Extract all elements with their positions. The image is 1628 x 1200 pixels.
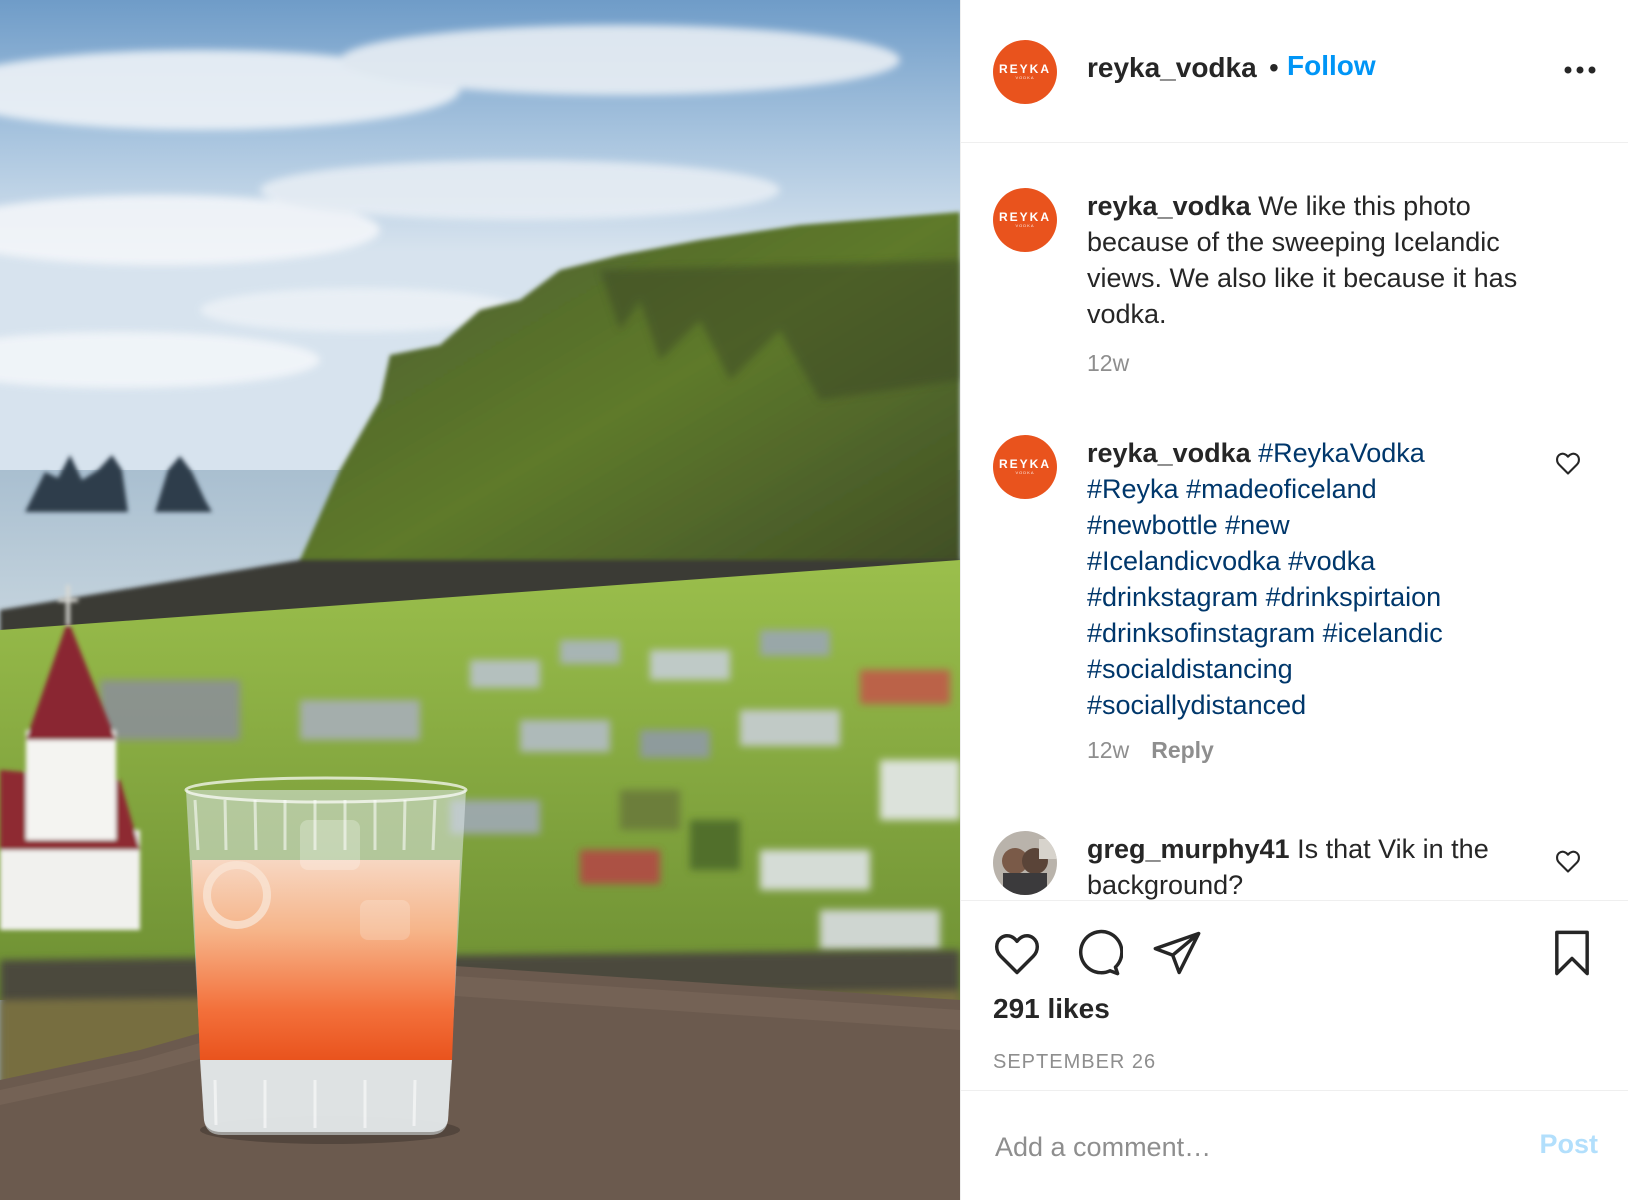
- photo-scene: [0, 0, 960, 1200]
- hashtag-link[interactable]: #socialdistancing: [1087, 654, 1293, 684]
- post-date: SEPTEMBER 26: [993, 1051, 1157, 1073]
- instagram-post: REYKA VODKA reyka_vodka • Follow REYKA V…: [0, 0, 1628, 1200]
- caption-time: 12w: [1087, 350, 1130, 376]
- hashtag-link[interactable]: #newbottle: [1087, 510, 1218, 540]
- heart-icon[interactable]: [1554, 847, 1582, 875]
- hashtag-link[interactable]: #drinkspirtaion: [1266, 582, 1442, 612]
- hashtag-link[interactable]: #madeoficeland: [1186, 474, 1377, 504]
- avatar-logo-text: REYKA: [998, 457, 1051, 471]
- add-comment-bar: Post: [961, 1090, 1628, 1200]
- post-side-panel: REYKA VODKA reyka_vodka • Follow REYKA V…: [960, 0, 1628, 1200]
- post-actions: 291 likes SEPTEMBER 26: [961, 900, 1628, 1090]
- hashtag-link[interactable]: #ReykaVodka: [1258, 438, 1425, 468]
- avatar[interactable]: REYKA VODKA: [993, 188, 1057, 252]
- comment-text-block: greg_murphy41 Is that Vik in the backgro…: [1087, 831, 1527, 900]
- caption-text-block: reyka_vodka We like this photo because o…: [1087, 188, 1557, 332]
- comment-username[interactable]: reyka_vodka: [1087, 438, 1251, 468]
- comments-list[interactable]: REYKA VODKA reyka_vodka We like this pho…: [961, 143, 1628, 900]
- avatar-logo-subtext: VODKA: [1015, 470, 1035, 475]
- header-separator: •: [1269, 52, 1279, 83]
- post-header: REYKA VODKA reyka_vodka • Follow: [961, 0, 1628, 143]
- hashtag-link[interactable]: #Reyka: [1087, 474, 1179, 504]
- avatar[interactable]: [993, 831, 1057, 895]
- follow-button[interactable]: Follow: [1287, 50, 1376, 82]
- caption-username[interactable]: reyka_vodka: [1087, 191, 1251, 221]
- hashtag-link[interactable]: #sociallydistanced: [1087, 690, 1306, 720]
- comment-text-block: reyka_vodka #ReykaVodka #Reyka #madeofic…: [1087, 435, 1487, 723]
- comment-username[interactable]: greg_murphy41: [1087, 834, 1290, 864]
- hashtag-link[interactable]: #drinkstagram: [1087, 582, 1258, 612]
- header-username[interactable]: reyka_vodka: [1087, 52, 1257, 84]
- comment-bubble-icon[interactable]: [1071, 927, 1123, 979]
- comment-meta: 12w Reply: [1087, 737, 1214, 764]
- avatar[interactable]: REYKA VODKA: [993, 40, 1057, 104]
- avatar-logo-subtext: VODKA: [1015, 223, 1035, 228]
- more-horizontal-icon[interactable]: [1560, 50, 1600, 90]
- comment-time: 12w: [1087, 737, 1130, 763]
- paper-plane-icon[interactable]: [1151, 927, 1203, 979]
- avatar-logo-text: REYKA: [998, 210, 1051, 224]
- reply-button[interactable]: Reply: [1151, 737, 1214, 763]
- hashtag-link[interactable]: #new: [1225, 510, 1290, 540]
- heart-icon[interactable]: [991, 927, 1043, 979]
- add-comment-input[interactable]: [993, 1121, 1517, 1173]
- avatar[interactable]: REYKA VODKA: [993, 435, 1057, 499]
- bookmark-icon[interactable]: [1546, 927, 1598, 979]
- heart-icon[interactable]: [1554, 449, 1582, 477]
- post-comment-button[interactable]: Post: [1539, 1129, 1598, 1160]
- likes-count[interactable]: 291 likes: [993, 993, 1110, 1025]
- hashtag-link[interactable]: #vodka: [1288, 546, 1375, 576]
- hashtag-link[interactable]: #Icelandicvodka: [1087, 546, 1281, 576]
- avatar-logo-text: REYKA: [998, 62, 1051, 76]
- post-photo[interactable]: [0, 0, 960, 1200]
- avatar-logo-subtext: VODKA: [1015, 75, 1035, 80]
- hashtag-link[interactable]: #icelandic: [1323, 618, 1443, 648]
- hashtag-link[interactable]: #drinksofinstagram: [1087, 618, 1315, 648]
